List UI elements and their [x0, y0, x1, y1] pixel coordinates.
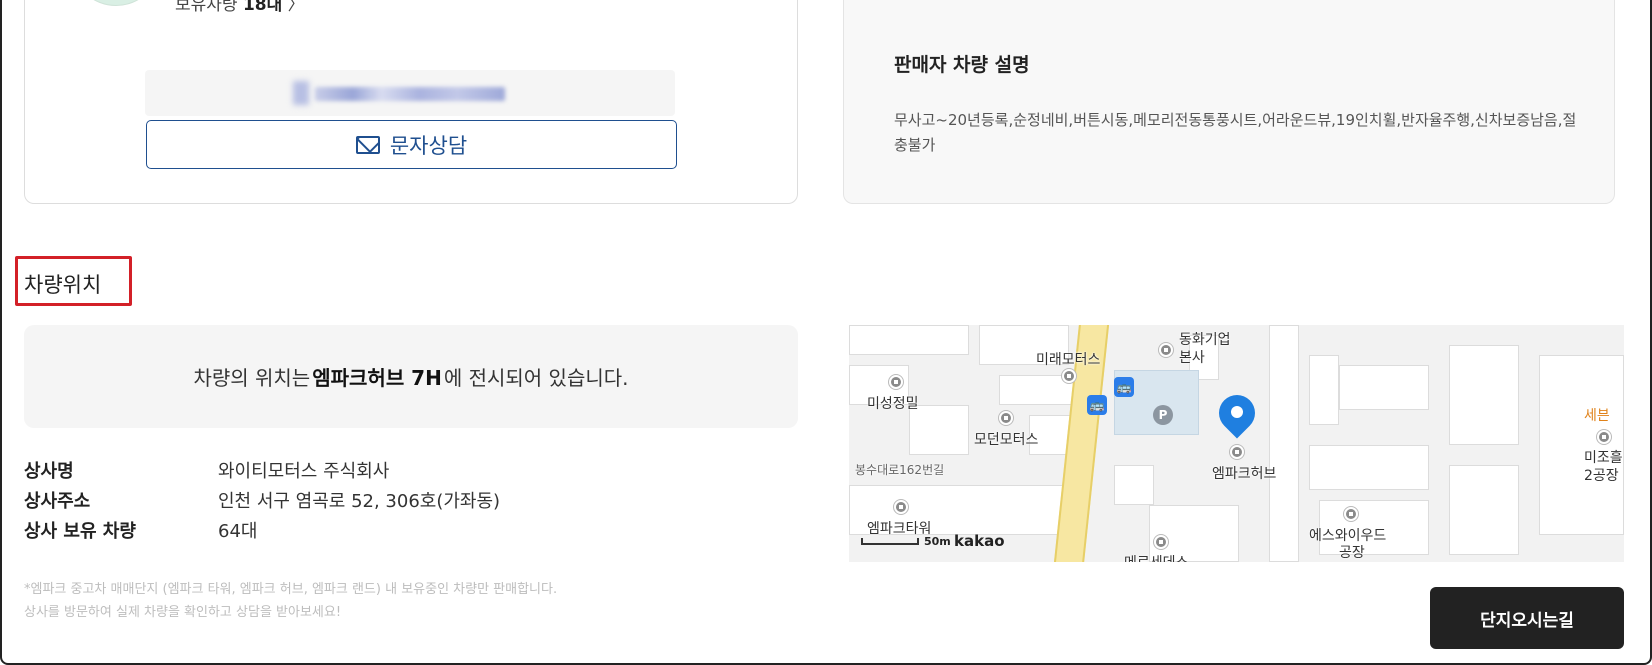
- poi-hub-icon: [1230, 445, 1244, 459]
- map-label-mijo-2: 2공장: [1584, 468, 1619, 484]
- sms-consult-label: 문자상담: [389, 133, 468, 158]
- poi-eswide-icon: [1344, 507, 1358, 521]
- phone-number-box: [145, 70, 675, 116]
- map-label-mercedes: 메르세데스: [1124, 552, 1188, 562]
- map-label-modern: 모던모터스: [974, 432, 1039, 448]
- location-banner: 차량의 위치는 엠파크허브 7H 에 전시되어 있습니다.: [24, 325, 798, 428]
- blurred-phone-number: [315, 87, 505, 101]
- map-label-tower: 엠파크타워: [867, 521, 932, 537]
- map-label-donghwa-2: 본사: [1179, 350, 1205, 366]
- vehicle-location-pin-icon: [1211, 387, 1263, 443]
- seller-avatar: [71, 0, 161, 6]
- location-map[interactable]: 동화기업 본사 미래모터스 🚌 🚌 P 미성정밀 모던모터스 봉수대로162번길…: [849, 325, 1624, 562]
- location-place: 엠파크허브 7H: [312, 366, 442, 390]
- map-label-road: 봉수대로162번길: [855, 463, 945, 477]
- map-block: [1449, 345, 1519, 445]
- kakao-map-logo: kakao: [954, 532, 1005, 550]
- poi-donghwa-icon: [1159, 343, 1173, 357]
- map-block: [1309, 445, 1429, 490]
- map-label-donghwa: 동화기업: [1179, 332, 1231, 348]
- notice-text: *엠파크 중고차 매매단지 (엠파크 타워, 엠파크 허브, 엠파크 랜드) 내…: [24, 582, 558, 620]
- map-block: [1339, 365, 1429, 410]
- map-label-hub: 엠파크허브: [1212, 466, 1277, 482]
- map-scale-bar: [861, 538, 919, 545]
- map-block: [1309, 355, 1339, 425]
- description-title: 판매자 차량 설명: [894, 54, 1030, 76]
- map-label-eswide-2: 공장: [1339, 545, 1365, 561]
- sms-consult-button[interactable]: 문자상담: [146, 120, 677, 169]
- poi-mercedes-icon: [1154, 535, 1168, 549]
- bus-stop-icon: 🚌: [1114, 377, 1134, 397]
- bus-stop-icon: 🚌: [1087, 395, 1107, 415]
- seller-card: 보유차량 18대 〉 문자상담: [24, 0, 798, 204]
- map-label-mirae: 미래모터스: [1036, 352, 1101, 368]
- location-title: 차량위치: [24, 273, 102, 297]
- map-label-sewon: 세븐: [1584, 408, 1610, 424]
- map-block: [1539, 355, 1624, 535]
- poi-modern-icon: [999, 411, 1013, 425]
- parking-icon: P: [1153, 405, 1173, 425]
- owned-vehicles-link[interactable]: 보유차량 18대 〉: [175, 0, 305, 15]
- map-block: [849, 325, 969, 355]
- directions-button[interactable]: 단지오시는길: [1430, 587, 1624, 649]
- map-scale-label: 50m: [924, 535, 951, 548]
- mail-icon: [355, 135, 380, 154]
- poi-tower-icon: [894, 500, 908, 514]
- poi-mijo-icon: [1597, 430, 1611, 444]
- poi-misung-icon: [889, 375, 903, 389]
- map-label-mijo: 미조흘: [1584, 450, 1623, 466]
- poi-mirae-icon: [1062, 369, 1076, 383]
- seller-description-card: 판매자 차량 설명 무사고~20년등록,순정네비,버튼시동,메모리전동통풍시트,…: [843, 0, 1615, 204]
- map-block: [1114, 465, 1154, 505]
- map-block: [1449, 465, 1519, 555]
- description-text: 무사고~20년등록,순정네비,버튼시동,메모리전동통풍시트,어라운드뷰,19인치…: [894, 111, 1577, 154]
- map-label-misung: 미성정밀: [867, 396, 919, 412]
- map-block: [1269, 325, 1299, 562]
